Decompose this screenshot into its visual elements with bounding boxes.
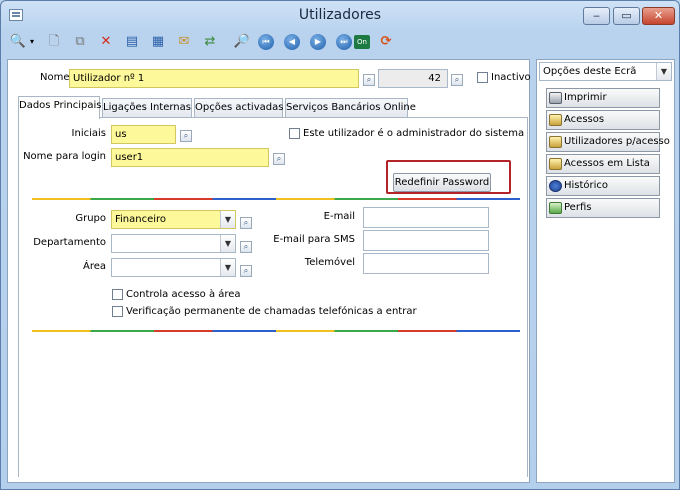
options-select-value: Opções deste Ecrã [543, 66, 637, 77]
area-select[interactable]: ▼ [111, 258, 236, 277]
new-document-icon[interactable]: 🗋 [45, 33, 63, 51]
chevron-down-icon[interactable]: ▼ [220, 235, 235, 252]
options-select[interactable]: Opções deste Ecrã ▼ [539, 62, 672, 81]
history-label: Histórico [564, 180, 609, 191]
users-per-access-button[interactable]: Utilizadores p/acesso [546, 132, 670, 152]
access-list-label: Acessos em Lista [564, 158, 650, 169]
initials-label: Iniciais [71, 128, 106, 139]
chevron-down-icon[interactable]: ▾ [27, 33, 37, 51]
group-select-value: Financeiro [115, 214, 167, 225]
users-per-access-label: Utilizadores p/acesso [564, 136, 670, 147]
access-button-label: Acessos [564, 114, 605, 125]
area-access-checkbox[interactable] [112, 289, 123, 300]
call-check-checkbox[interactable] [112, 306, 123, 317]
sms-email-input[interactable] [363, 230, 489, 251]
tab-ligacoes-internas[interactable]: Ligações Internas [102, 98, 192, 118]
chevron-down-icon[interactable]: ▼ [220, 259, 235, 276]
name-lookup-icon[interactable]: ⌕ [363, 74, 375, 86]
toolbar: 🔍 ▾ 🗋 ⧉ ✕ ▤ ▦ ✉ ⇄ 🔎 ⏮ ◀ ▶ ⏭ On ⟳ [7, 31, 675, 55]
mail-icon[interactable]: ✉ [175, 33, 193, 51]
profiles-icon [549, 202, 562, 214]
area-label: Área [82, 261, 106, 272]
list-icon [549, 158, 562, 170]
admin-checkbox[interactable] [289, 128, 300, 139]
chevron-down-icon[interactable]: ▼ [656, 63, 671, 80]
inactive-label: Inactivo [491, 72, 531, 83]
area-access-label: Controla acesso à área [126, 289, 241, 300]
inactive-checkbox[interactable] [477, 72, 488, 83]
main-panel: Nome Utilizador nº 1 ⌕ 42 ⌕ Inactivo Dad… [7, 59, 531, 483]
email-input[interactable] [363, 207, 489, 228]
history-icon [549, 180, 562, 192]
group-lookup-icon[interactable]: ⌕ [240, 217, 252, 229]
chevron-down-icon[interactable]: ▼ [220, 211, 235, 228]
key-icon [549, 114, 562, 126]
area-lookup-icon[interactable]: ⌕ [240, 265, 252, 277]
call-check-label: Verificação permanente de chamadas telef… [126, 306, 417, 317]
email-label: E-mail [323, 211, 355, 222]
tab-opcoes-activadas[interactable]: Opções activadas [194, 98, 283, 118]
initials-lookup-icon[interactable]: ⌕ [180, 130, 192, 142]
separator [32, 330, 520, 332]
last-record-icon[interactable]: ⏭ [335, 33, 353, 51]
reset-password-button[interactable]: Redefinir Password [393, 173, 491, 192]
department-select[interactable]: ▼ [111, 234, 236, 253]
id-lookup-icon[interactable]: ⌕ [451, 74, 463, 86]
on-icon[interactable]: On [353, 33, 371, 51]
profiles-label: Perfis [564, 202, 592, 213]
close-button[interactable]: ✕ [642, 7, 675, 25]
title-bar[interactable]: Utilizadores ‒ ▭ ✕ [1, 1, 679, 29]
window-title: Utilizadores [298, 7, 382, 23]
preview-icon[interactable]: 🔎 [233, 33, 251, 51]
next-record-icon[interactable]: ▶ [309, 33, 327, 51]
table-icon[interactable]: ▦ [149, 33, 167, 51]
admin-label: Este utilizador é o administrador do sis… [303, 128, 525, 139]
side-panel: Opções deste Ecrã ▼ Imprimir Acessos Uti… [536, 59, 675, 483]
group-select[interactable]: Financeiro ▼ [111, 210, 236, 229]
print-button[interactable]: Imprimir [546, 88, 660, 108]
initials-input[interactable]: us [111, 125, 176, 144]
print-button-label: Imprimir [564, 92, 607, 103]
access-button[interactable]: Acessos [546, 110, 660, 130]
help-icon[interactable]: ⟳ [377, 33, 395, 51]
profiles-button[interactable]: Perfis [546, 198, 660, 218]
name-label: Nome [40, 72, 70, 83]
delete-icon[interactable]: ✕ [97, 33, 115, 51]
edit-icon[interactable]: ▤ [123, 33, 141, 51]
department-label: Departamento [33, 237, 106, 248]
maximize-button[interactable]: ▭ [613, 7, 640, 25]
department-lookup-icon[interactable]: ⌕ [240, 241, 252, 253]
users-icon [549, 136, 562, 148]
id-field: 42 [378, 69, 448, 88]
printer-icon [549, 92, 562, 104]
name-input[interactable]: Utilizador nº 1 [69, 69, 359, 88]
login-lookup-icon[interactable]: ⌕ [273, 153, 285, 165]
access-list-button[interactable]: Acessos em Lista [546, 154, 660, 174]
login-input[interactable]: user1 [111, 148, 269, 167]
group-label: Grupo [75, 213, 106, 224]
refresh-icon[interactable]: ⇄ [201, 33, 219, 51]
window: Utilizadores ‒ ▭ ✕ 🔍 ▾ 🗋 ⧉ ✕ ▤ ▦ ✉ ⇄ 🔎 ⏮… [0, 0, 680, 490]
first-record-icon[interactable]: ⏮ [257, 33, 275, 51]
tab-servicos-bancarios[interactable]: Serviços Bancários Online [285, 98, 416, 118]
login-label: Nome para login [23, 151, 106, 162]
mobile-label: Telemóvel [304, 257, 355, 268]
minimize-button[interactable]: ‒ [583, 7, 610, 25]
copy-icon[interactable]: ⧉ [71, 33, 89, 51]
separator [32, 198, 520, 200]
previous-record-icon[interactable]: ◀ [283, 33, 301, 51]
mobile-input[interactable] [363, 253, 489, 274]
tab-dados-principais[interactable]: Dados Principais [18, 96, 102, 119]
sms-email-label: E-mail para SMS [273, 234, 355, 245]
history-button[interactable]: Histórico [546, 176, 660, 196]
search-icon[interactable]: 🔍 [9, 33, 27, 51]
